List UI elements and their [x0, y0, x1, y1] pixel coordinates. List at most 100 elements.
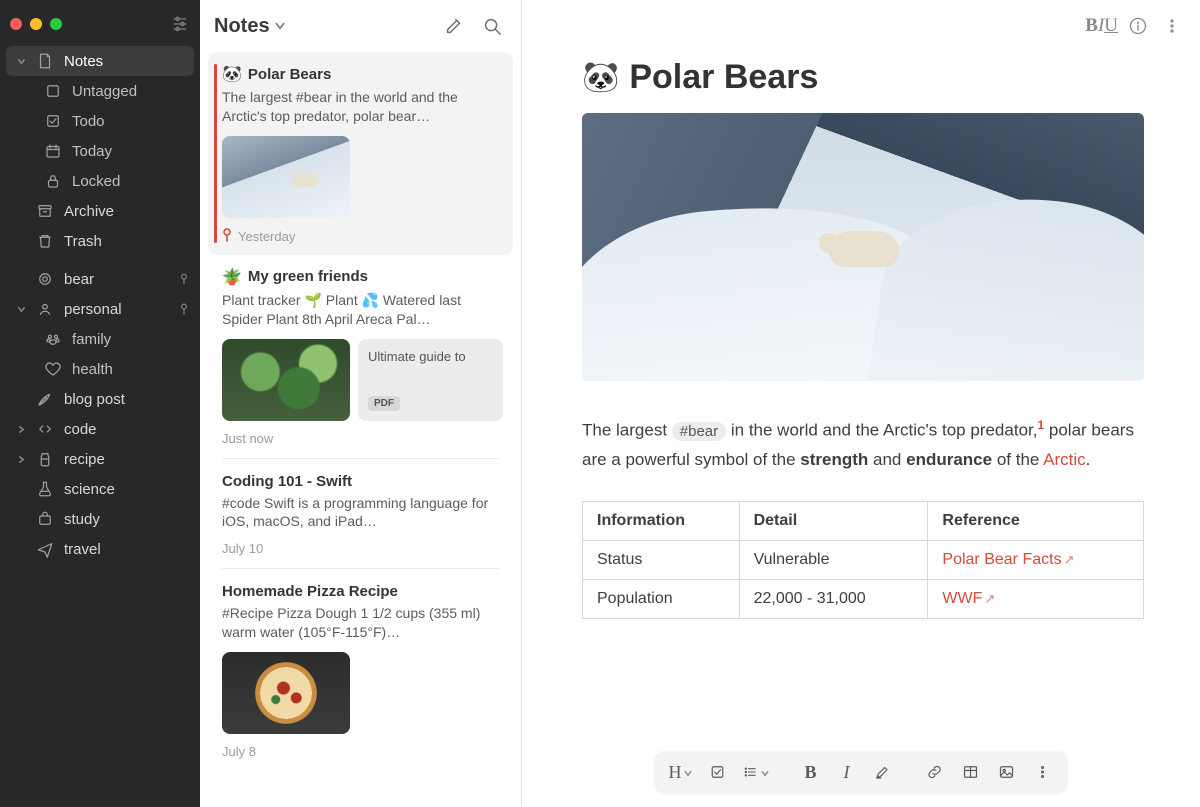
note-card-title-text: My green friends	[248, 268, 368, 285]
toolbar-more-button[interactable]	[1026, 757, 1060, 787]
editor-body[interactable]: 🐼 Polar Bears The largest #bear in the w…	[522, 52, 1200, 807]
zoom-window-button[interactable]	[50, 18, 62, 30]
note-card-preview: #Recipe Pizza Dough 1 1/2 cups (355 ml) …	[222, 604, 503, 642]
compose-button[interactable]	[439, 11, 469, 41]
strong-text: endurance	[906, 450, 992, 469]
heading-dropdown-button[interactable]: H	[663, 757, 699, 787]
sidebar-tag-study[interactable]: study	[6, 504, 194, 534]
table-header-cell: Information	[583, 502, 740, 541]
note-card[interactable]: 🐼 Polar Bears The largest #bear in the w…	[208, 52, 513, 255]
table-row[interactable]: Status Vulnerable Polar Bear Facts↗	[583, 541, 1144, 580]
chevron-down-icon[interactable]	[16, 305, 26, 314]
info-button[interactable]	[1124, 12, 1152, 40]
sidebar: Notes Untagged Todo Today Locked	[0, 0, 200, 807]
sidebar-item-archive[interactable]: Archive	[6, 196, 194, 226]
note-paragraph[interactable]: The largest #bear in the world and the A…	[582, 415, 1144, 475]
sidebar-tag-bear[interactable]: bear	[6, 264, 194, 294]
sidebar-item-label: blog post	[64, 391, 188, 408]
close-window-button[interactable]	[10, 18, 22, 30]
sidebar-tag-recipe[interactable]: recipe	[6, 444, 194, 474]
pin-icon	[180, 303, 188, 315]
text-run: of the	[997, 450, 1043, 469]
hero-image[interactable]	[582, 113, 1144, 381]
note-card-meta: Yesterday	[222, 228, 503, 245]
note-card-emoji: 🪴	[222, 267, 242, 287]
lock-icon	[44, 172, 62, 190]
sidebar-item-todo[interactable]: Todo	[6, 106, 194, 136]
heart-icon	[44, 360, 62, 378]
underline-indicator: U	[1104, 15, 1118, 37]
inline-link[interactable]: Arctic	[1043, 450, 1086, 469]
table-row[interactable]: Population 22,000 - 31,000 WWF↗	[583, 580, 1144, 619]
chevron-down-icon[interactable]	[16, 57, 26, 66]
sidebar-tag-personal[interactable]: personal	[6, 294, 194, 324]
trash-icon	[36, 232, 54, 250]
feather-icon	[36, 390, 54, 408]
sidebar-item-label: Trash	[64, 233, 188, 250]
sidebar-item-label: study	[64, 511, 188, 528]
note-card[interactable]: Coding 101 - Swift #code Swift is a prog…	[208, 461, 513, 567]
format-biu-indicator[interactable]: BIU	[1085, 15, 1118, 37]
sidebar-item-label: code	[64, 421, 188, 438]
list-dropdown-button[interactable]	[737, 757, 776, 787]
table-link[interactable]: Polar Bear Facts↗	[942, 551, 1074, 568]
note-card[interactable]: Homemade Pizza Recipe #Recipe Pizza Doug…	[208, 571, 513, 769]
note-card-date: Yesterday	[238, 229, 295, 244]
sidebar-item-trash[interactable]: Trash	[6, 226, 194, 256]
italic-button[interactable]: I	[830, 757, 864, 787]
sidebar-item-label: family	[72, 331, 188, 348]
note-card-meta: July 10	[222, 541, 503, 556]
note-list-scroll[interactable]: 🐼 Polar Bears The largest #bear in the w…	[200, 52, 521, 807]
note-card[interactable]: 🪴 My green friends Plant tracker 🌱 Plant…	[208, 255, 513, 456]
note-card-title-text: Homemade Pizza Recipe	[222, 583, 398, 600]
note-title[interactable]: 🐼 Polar Bears	[582, 58, 1144, 97]
info-table[interactable]: Information Detail Reference Status Vuln…	[582, 501, 1144, 619]
footnote-ref[interactable]: 1	[1037, 418, 1044, 432]
sidebar-item-label: travel	[64, 541, 188, 558]
link-text: Polar Bear Facts	[942, 551, 1061, 568]
bold-indicator: B	[1085, 15, 1098, 37]
sidebar-tag-family[interactable]: family	[6, 324, 194, 354]
hashtag-chip[interactable]: #bear	[672, 422, 726, 441]
note-card-attachment[interactable]: Ultimate guide to PDF	[358, 339, 503, 421]
sidebar-item-notes[interactable]: Notes	[6, 46, 194, 76]
sidebar-item-untagged[interactable]: Untagged	[6, 76, 194, 106]
table-button[interactable]	[954, 757, 988, 787]
note-list-panel: Notes 🐼 Polar Bears The largest #bear in…	[200, 0, 522, 807]
sidebar-tag-science[interactable]: science	[6, 474, 194, 504]
note-card-thumbs	[222, 652, 503, 734]
text-run: and	[873, 450, 906, 469]
chevron-right-icon[interactable]	[16, 425, 26, 434]
minimize-window-button[interactable]	[30, 18, 42, 30]
table-link[interactable]: WWF↗	[942, 590, 995, 607]
note-icon	[36, 52, 54, 70]
sidebar-settings-icon[interactable]	[170, 14, 190, 34]
note-list-title[interactable]: Notes	[214, 15, 286, 38]
note-card-date: July 10	[222, 541, 263, 556]
note-card-meta: Just now	[222, 431, 503, 446]
bag-icon	[36, 510, 54, 528]
link-button[interactable]	[918, 757, 952, 787]
sidebar-tag-travel[interactable]: travel	[6, 534, 194, 564]
note-card-preview: Plant tracker 🌱 Plant 💦 Watered last Spi…	[222, 291, 503, 329]
sidebar-item-locked[interactable]: Locked	[6, 166, 194, 196]
sidebar-tag-code[interactable]: code	[6, 414, 194, 444]
sidebar-tag-blog-post[interactable]: blog post	[6, 384, 194, 414]
sidebar-item-label: recipe	[64, 451, 188, 468]
image-button[interactable]	[990, 757, 1024, 787]
table-header-cell: Reference	[928, 502, 1144, 541]
note-card-date: July 8	[222, 744, 256, 759]
note-title-text: Polar Bears	[629, 58, 818, 97]
external-link-icon: ↗	[984, 591, 995, 606]
sidebar-tag-health[interactable]: health	[6, 354, 194, 384]
todo-button[interactable]	[701, 757, 735, 787]
more-button[interactable]	[1158, 12, 1186, 40]
heading-label: H	[669, 762, 682, 783]
highlight-button[interactable]	[866, 757, 900, 787]
table-cell: Population	[583, 580, 740, 619]
sidebar-item-today[interactable]: Today	[6, 136, 194, 166]
chevron-right-icon[interactable]	[16, 455, 26, 464]
bold-button[interactable]: B	[794, 757, 828, 787]
window-controls-row	[0, 8, 200, 44]
search-button[interactable]	[477, 11, 507, 41]
